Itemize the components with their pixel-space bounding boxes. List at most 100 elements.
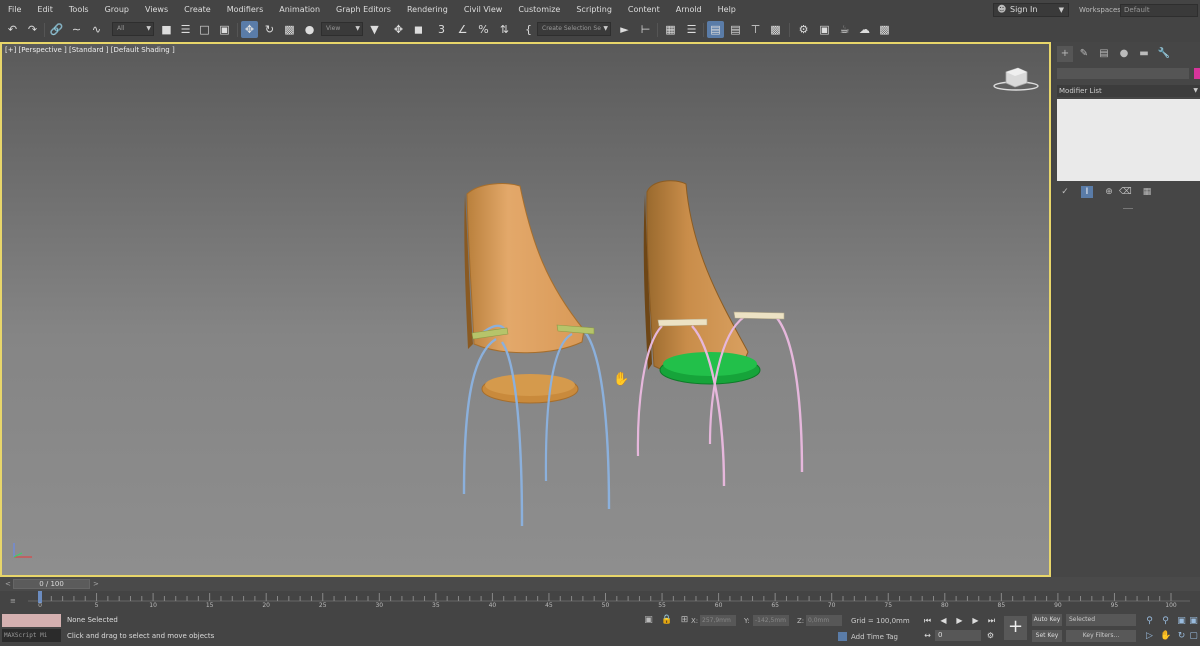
perspective-viewport[interactable]: [+] [Perspective ] [Standard ] [Default … [0,42,1051,577]
redo-icon[interactable]: ↷ [24,21,41,38]
menu-file[interactable]: File [0,0,29,20]
time-slider-prev-button[interactable]: < [5,579,13,589]
workspace-select[interactable]: Default [1120,4,1198,17]
next-frame-icon[interactable]: ▶ [969,615,982,626]
render-shortcuts-icon[interactable]: ▩ [876,21,893,38]
zoom-icon[interactable]: ⚲ [1144,616,1155,627]
maximize-viewport-icon[interactable]: ▢ [1188,631,1199,642]
link-icon[interactable]: 🔗 [48,21,65,38]
menu-content[interactable]: Content [620,0,668,20]
chair-right[interactable] [636,180,804,487]
modifier-list-dropdown[interactable]: Modifier List ▼ [1057,85,1200,97]
curve-editor-icon[interactable]: ▤ [727,21,744,38]
menu-tools[interactable]: Tools [61,0,97,20]
previous-frame-icon[interactable]: ◀ [937,615,950,626]
pin-stack-icon[interactable]: ✓ [1059,186,1071,198]
modify-tab-icon[interactable]: ✎ [1076,46,1092,62]
key-mode-icon[interactable]: ↔ [921,630,934,641]
menu-help[interactable]: Help [710,0,744,20]
set-key-button[interactable]: Set Key [1032,630,1062,642]
add-time-tag[interactable]: Add Time Tag [838,632,898,641]
menu-civil-view[interactable]: Civil View [456,0,511,20]
maxscript-listener-top[interactable] [2,614,61,627]
percent-snap-icon[interactable]: % [475,21,492,38]
remove-modifier-icon[interactable]: ⌫ [1119,186,1132,198]
edit-named-selection-icon[interactable]: { [520,21,537,38]
select-and-place-icon[interactable]: ● [301,21,318,38]
display-tab-icon[interactable]: ▬ [1136,46,1152,62]
scene-explorer-icon[interactable]: ▦ [662,21,679,38]
menu-customize[interactable]: Customize [510,0,568,20]
toggle-ribbon-icon[interactable]: ▤ [707,21,724,38]
select-by-name-icon[interactable]: ☰ [177,21,194,38]
viewcube[interactable] [992,66,1042,96]
select-object-icon[interactable]: ■ [158,21,175,38]
menu-create[interactable]: Create [176,0,219,20]
make-unique-icon[interactable]: ⊕ [1103,186,1115,198]
align-icon[interactable]: ⊢ [637,21,654,38]
sign-in-dropdown[interactable]: ☻ Sign In ▼ [993,3,1069,17]
reference-coordinate-dropdown[interactable]: View ▼ [321,22,363,36]
snaps-toggle-icon[interactable]: 3 [433,21,450,38]
chair-left[interactable] [462,183,611,527]
selection-filter-dropdown[interactable]: All ▼ [112,22,154,36]
menu-views[interactable]: Views [137,0,176,20]
unlink-icon[interactable]: ∼ [68,21,85,38]
zoom-extents-all-icon[interactable]: ▣ [1188,616,1199,627]
menu-graph-editors[interactable]: Graph Editors [328,0,399,20]
menu-group[interactable]: Group [97,0,137,20]
named-selection-dropdown[interactable]: Create Selection Se ▼ [537,22,611,36]
current-frame-field[interactable]: 0 [935,630,981,641]
schematic-view-icon[interactable]: ⊤ [747,21,764,38]
keyboard-shortcut-override-icon[interactable]: ◼ [410,21,427,38]
select-and-move-icon[interactable]: ✥ [241,21,258,38]
orbit-icon[interactable]: ↻ [1176,631,1187,642]
selection-lock-icon[interactable]: 🔒 [661,615,672,626]
bind-space-warp-icon[interactable]: ∿ [88,21,105,38]
hierarchy-tab-icon[interactable]: ▤ [1096,46,1112,62]
show-end-result-icon[interactable]: I [1081,186,1093,198]
angle-snap-icon[interactable]: ∠ [454,21,471,38]
key-filters-button[interactable]: Key Filters... [1066,630,1136,642]
go-to-start-icon[interactable]: ⏮ [921,615,934,626]
isolate-selection-icon[interactable]: ▣ [643,615,654,626]
menu-edit[interactable]: Edit [29,0,61,20]
zoom-all-icon[interactable]: ⚲ [1160,616,1171,627]
select-and-scale-icon[interactable]: ▩ [281,21,298,38]
pivot-point-center-icon[interactable]: ▼ [366,21,383,38]
menu-animation[interactable]: Animation [271,0,328,20]
auto-key-button[interactable]: Auto Key [1032,614,1062,626]
menu-rendering[interactable]: Rendering [399,0,456,20]
render-setup-icon[interactable]: ⚙ [795,21,812,38]
zoom-extents-icon[interactable]: ▣ [1176,616,1187,627]
configure-modifier-sets-icon[interactable]: ▦ [1141,186,1153,198]
window-crossing-icon[interactable]: ▣ [216,21,233,38]
object-name-field[interactable] [1057,68,1189,79]
rectangular-selection-icon[interactable]: □ [196,21,213,38]
menu-scripting[interactable]: Scripting [568,0,620,20]
select-manipulate-icon[interactable]: ✥ [390,21,407,38]
time-configuration-icon[interactable]: ⚙ [984,630,997,641]
object-color-swatch[interactable] [1194,68,1200,79]
menu-modifiers[interactable]: Modifiers [219,0,272,20]
time-slider-thumb[interactable]: 0 / 100 [13,579,90,589]
menu-arnold[interactable]: Arnold [668,0,710,20]
track-bar[interactable]: ≡ 0 5 10 15 20 25 30 35 40 45 50 55 60 65 70 75 80 85 90 95… [0,591,1200,611]
absolute-mode-icon[interactable]: ⊞ [679,615,690,626]
play-icon[interactable]: ▶ [953,615,966,626]
modifier-stack[interactable] [1057,99,1200,181]
z-coordinate-field[interactable]: 0,0mm [806,615,842,626]
undo-icon[interactable]: ↶ [4,21,21,38]
go-to-end-icon[interactable]: ⏭ [985,615,998,626]
key-selection-dropdown[interactable]: Selected [1066,614,1136,626]
spinner-snap-icon[interactable]: ⇅ [496,21,513,38]
material-editor-icon[interactable]: ▩ [767,21,784,38]
set-keys-button[interactable]: + [1004,616,1027,640]
pan-view-icon[interactable]: ✋ [1160,631,1171,642]
select-and-rotate-icon[interactable]: ↻ [261,21,278,38]
layer-explorer-icon[interactable]: ☰ [683,21,700,38]
motion-tab-icon[interactable]: ● [1116,46,1132,62]
render-production-icon[interactable]: ☕ [836,21,853,38]
maxscript-mini-listener[interactable]: MAXScript Mi [2,629,61,642]
y-coordinate-field[interactable]: -142,5mm [753,615,789,626]
